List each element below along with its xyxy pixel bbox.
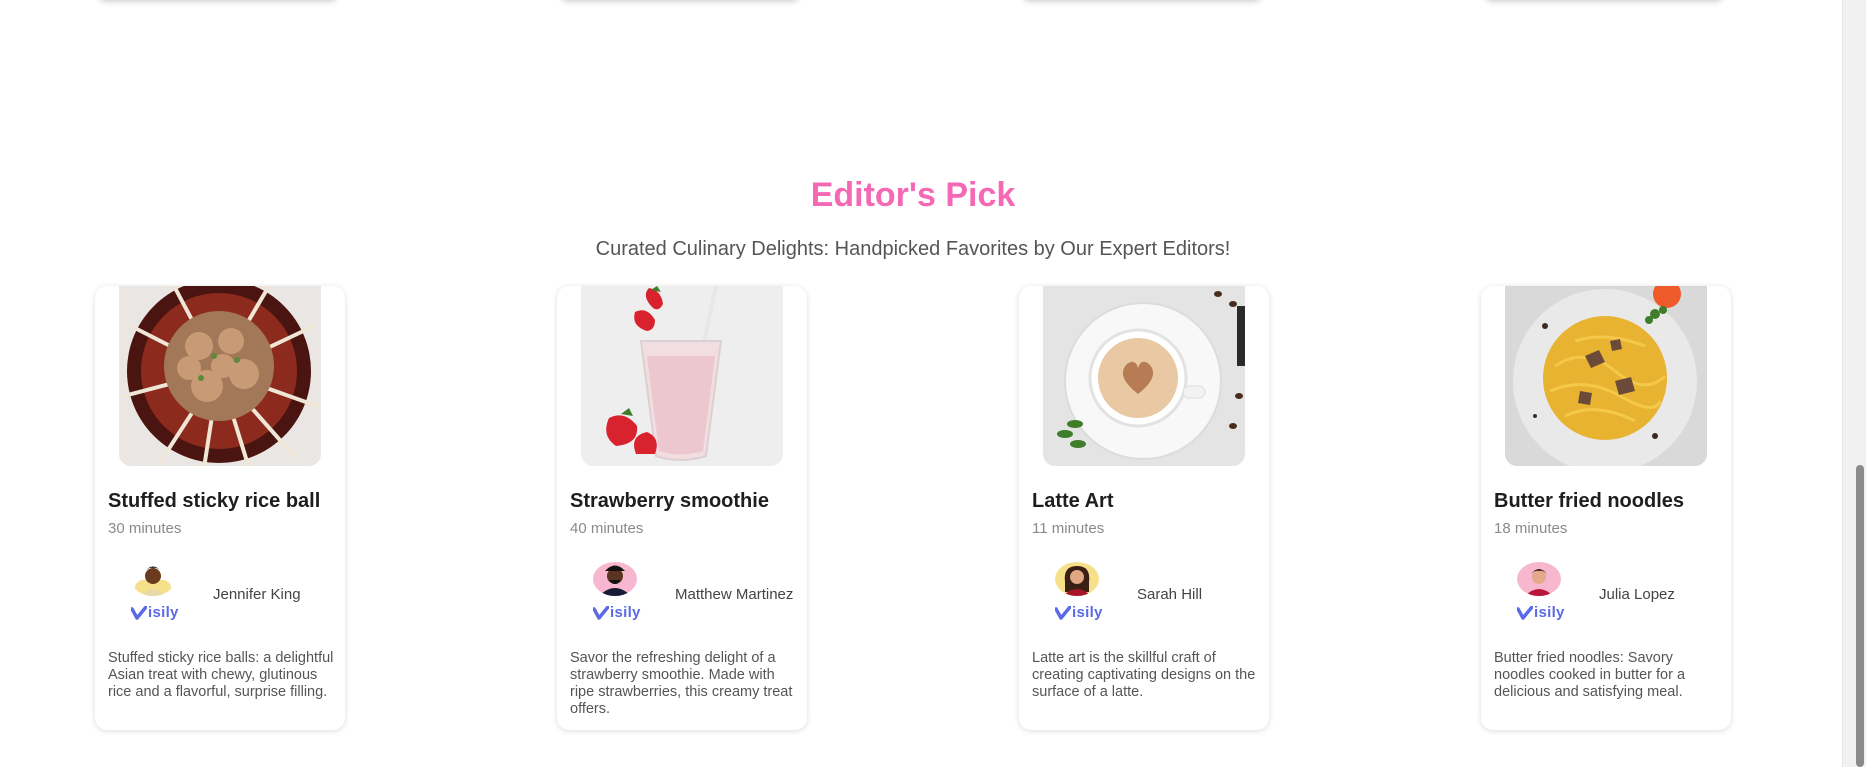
recipe-image-rice-ball[interactable] bbox=[119, 286, 321, 466]
recipe-time: 11 minutes bbox=[1032, 520, 1105, 537]
author-avatar bbox=[593, 562, 637, 596]
brand-logo: isily bbox=[1516, 604, 1565, 621]
recipe-time: 18 minutes bbox=[1494, 520, 1568, 537]
author-avatar bbox=[1517, 562, 1561, 596]
brand-logo: isily bbox=[130, 604, 179, 621]
recipe-description: Stuffed sticky rice balls: a delightful … bbox=[108, 650, 334, 700]
brand-name: isily bbox=[148, 604, 179, 621]
brand-check-icon bbox=[1054, 604, 1072, 620]
scrollbar-thumb[interactable] bbox=[1856, 465, 1864, 767]
brand-name: isily bbox=[1072, 604, 1103, 621]
brand-check-icon bbox=[592, 604, 610, 620]
recipe-image-smoothie[interactable] bbox=[581, 286, 783, 466]
recipe-title[interactable]: Strawberry smoothie bbox=[570, 490, 769, 513]
recipe-time: 40 minutes bbox=[570, 520, 644, 537]
brand-logo: isily bbox=[592, 604, 641, 621]
recipe-card[interactable]: Strawberry smoothie 40 minutes isily Mat… bbox=[557, 286, 807, 730]
recipe-description: Savor the refreshing delight of a strawb… bbox=[570, 650, 793, 717]
recipe-card[interactable]: Butter fried noodles 18 minutes isily Ju… bbox=[1481, 286, 1731, 730]
section-subtitle: Curated Culinary Delights: Handpicked Fa… bbox=[595, 238, 1231, 260]
section-title: Editor's Pick bbox=[810, 176, 1016, 214]
brand-check-icon bbox=[1516, 604, 1534, 620]
recipe-description: Latte art is the skillful craft of creat… bbox=[1032, 650, 1256, 700]
author-name[interactable]: Jennifer King bbox=[213, 586, 301, 603]
recipe-card[interactable]: Stuffed sticky rice ball 30 minutes isil… bbox=[95, 286, 345, 730]
brand-logo: isily bbox=[1054, 604, 1103, 621]
author-avatar bbox=[1055, 562, 1099, 596]
author-avatar bbox=[131, 562, 175, 596]
author-name[interactable]: Julia Lopez bbox=[1599, 586, 1675, 603]
author-name[interactable]: Sarah Hill bbox=[1137, 586, 1202, 603]
previous-card-row bbox=[0, 0, 1842, 10]
recipe-image-latte[interactable] bbox=[1043, 286, 1245, 466]
brand-name: isily bbox=[610, 604, 641, 621]
brand-check-icon bbox=[130, 604, 148, 620]
page-scrollbar[interactable] bbox=[1842, 0, 1866, 767]
recipe-title[interactable]: Stuffed sticky rice ball bbox=[108, 490, 320, 513]
brand-name: isily bbox=[1534, 604, 1565, 621]
recipe-title[interactable]: Latte Art bbox=[1032, 490, 1113, 513]
author-name[interactable]: Matthew Martinez bbox=[675, 586, 793, 603]
recipe-time: 30 minutes bbox=[108, 520, 182, 537]
recipe-image-noodles[interactable] bbox=[1505, 286, 1707, 466]
recipe-title[interactable]: Butter fried noodles bbox=[1494, 490, 1684, 513]
recipe-description: Butter fried noodles: Savory noodles coo… bbox=[1494, 650, 1686, 700]
recipe-card[interactable]: Latte Art 11 minutes isily Sarah Hill La… bbox=[1019, 286, 1269, 730]
